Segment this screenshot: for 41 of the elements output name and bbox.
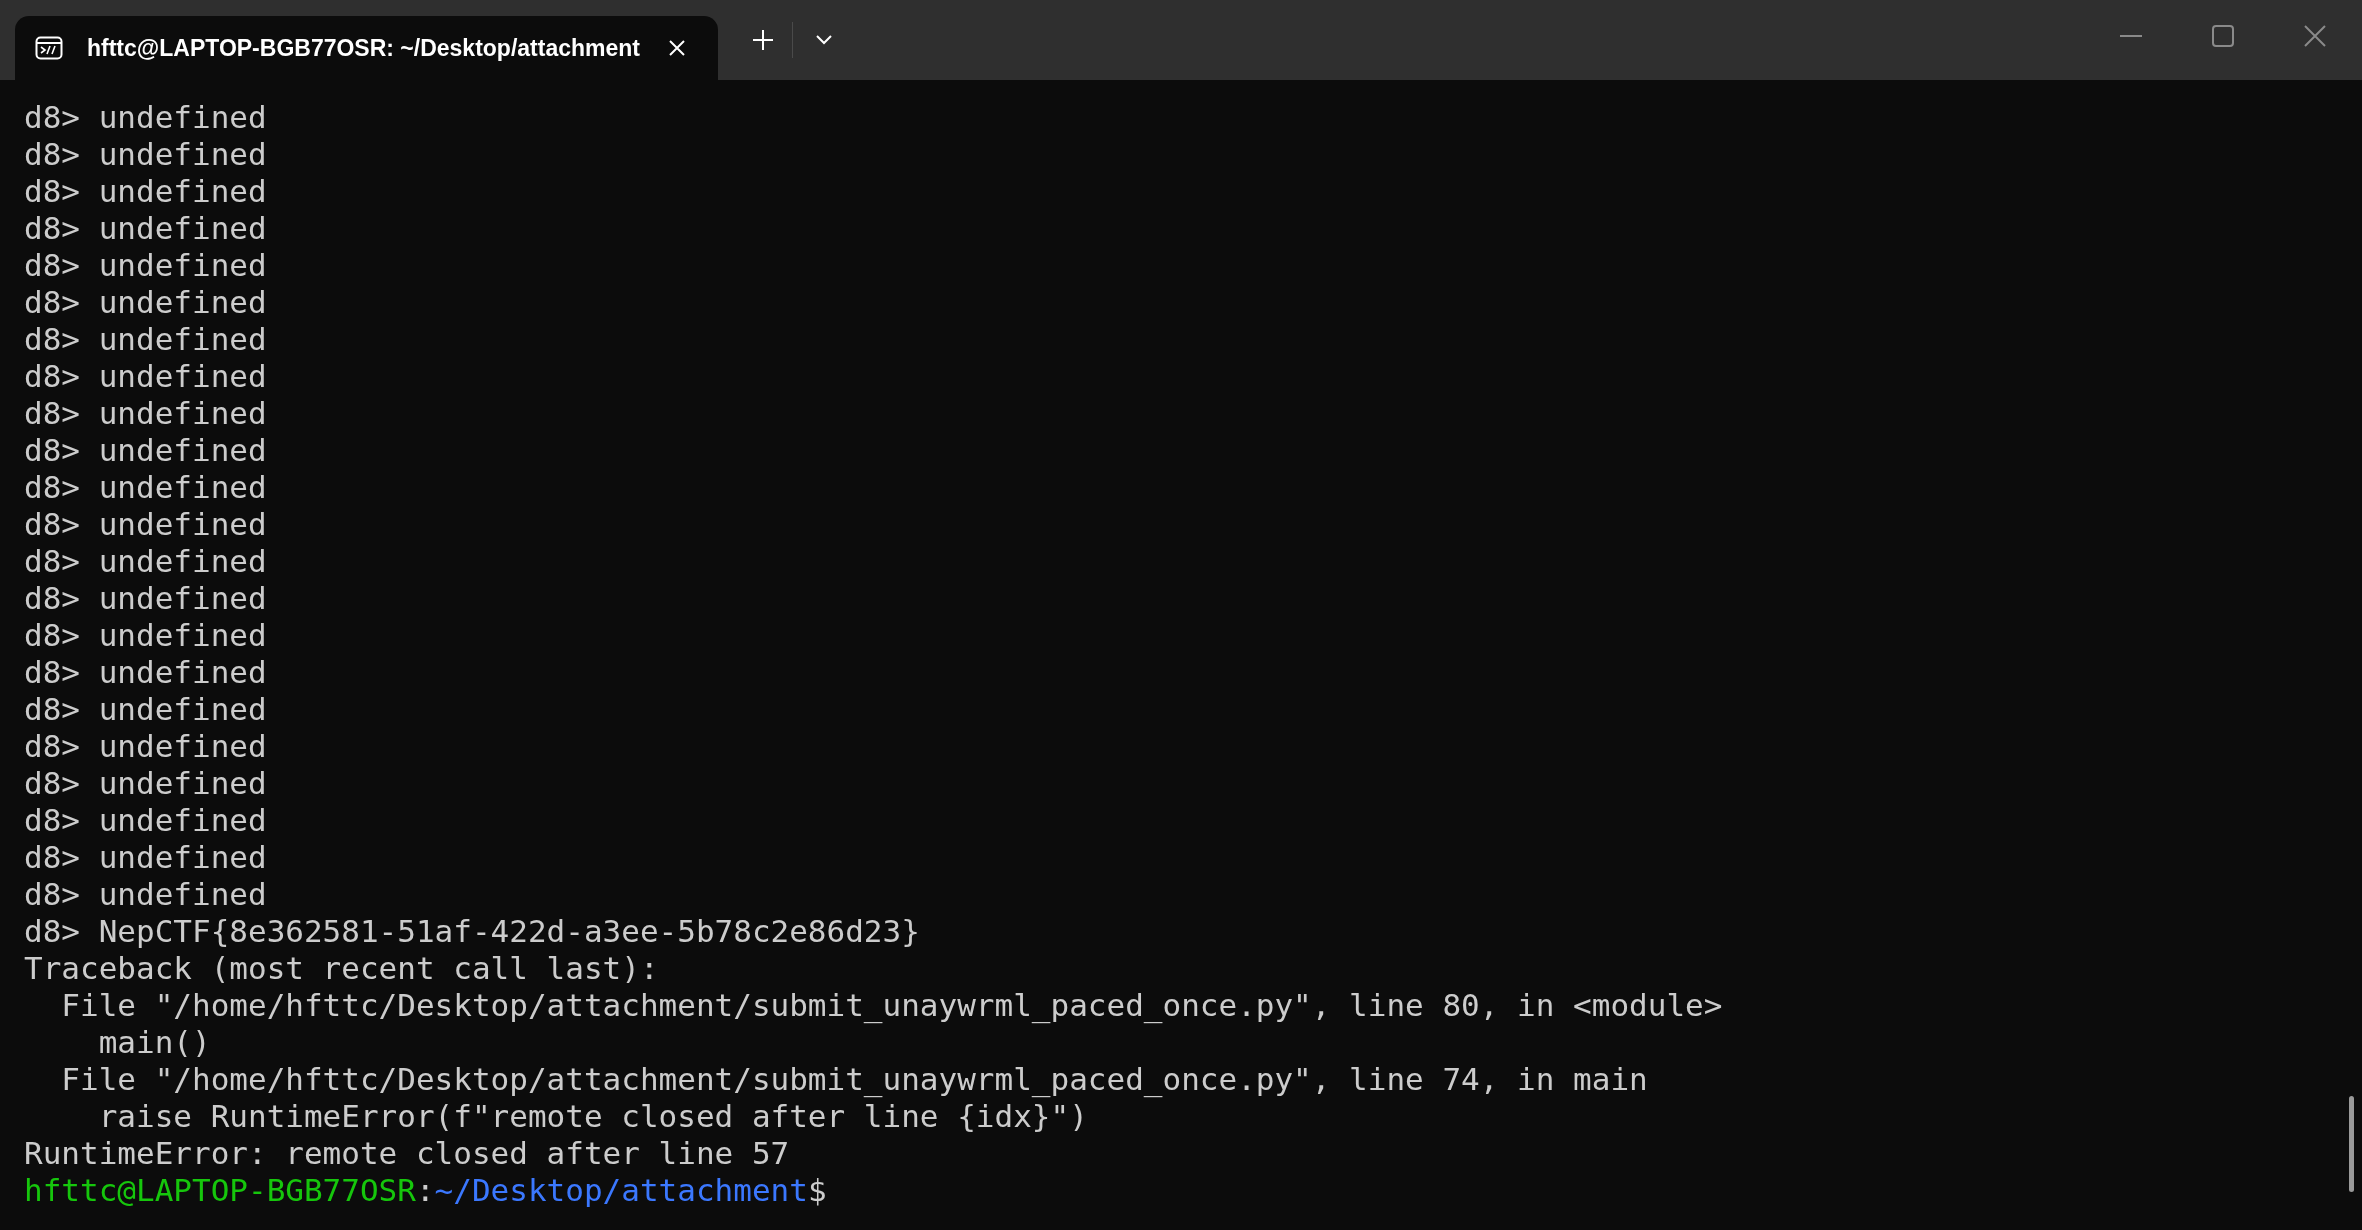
maximize-icon[interactable]: [2212, 25, 2234, 47]
terminal-tab[interactable]: hfttc@LAPTOP-BGB77OSR: ~/Desktop/attachment: [15, 16, 718, 80]
terminal-line: d8> NepCTF{8e362581-51af-422d-a3ee-5b78c2e86d23}: [24, 913, 920, 950]
prompt-separator: :: [415, 1172, 435, 1208]
terminal-line: d8> undefined: [24, 506, 267, 543]
chevron-down-icon[interactable]: [815, 34, 833, 46]
terminal-line: d8> undefined: [24, 765, 267, 802]
terminal-line: File "/home/hfttc/Desktop/attachment/submit_unaywrml_paced_once.py", line 74, in main: [60, 1061, 1648, 1098]
terminal-line: d8> undefined: [24, 543, 267, 580]
terminal-line: d8> undefined: [24, 802, 267, 839]
terminal-line: d8> undefined: [24, 839, 267, 876]
terminal-icon: [35, 36, 63, 60]
terminal-line: d8> undefined: [24, 99, 267, 136]
terminal-line: d8> undefined: [24, 432, 267, 469]
scrollbar[interactable]: [2349, 1096, 2354, 1192]
terminal-line: d8> undefined: [24, 876, 267, 913]
terminal-line: raise RuntimeError(f"remote closed after line {idx}"): [97, 1098, 1088, 1135]
terminal-line: d8> undefined: [24, 617, 267, 654]
terminal-line: RuntimeError: remote closed after line 57: [24, 1135, 790, 1172]
terminal-line: d8> undefined: [24, 580, 267, 617]
prompt-user-host: hfttc@LAPTOP-BGB77OSR: [24, 1172, 416, 1208]
tab-title: hfttc@LAPTOP-BGB77OSR: ~/Desktop/attachment: [87, 34, 640, 62]
terminal-line: File "/home/hfttc/Desktop/attachment/submit_unaywrml_paced_once.py", line 80, in <module>: [60, 987, 1723, 1024]
plus-icon[interactable]: [752, 29, 774, 51]
terminal-line: d8> undefined: [24, 469, 267, 506]
terminal-line: d8> undefined: [24, 284, 267, 321]
terminal-line: d8> undefined: [24, 728, 267, 765]
terminal-line: d8> undefined: [24, 691, 267, 728]
prompt-symbol: $: [807, 1172, 827, 1208]
prompt-path: ~/Desktop/attachment: [434, 1172, 808, 1208]
terminal-line: d8> undefined: [24, 247, 267, 284]
terminal-line: main(): [97, 1024, 211, 1061]
terminal-line: d8> undefined: [24, 358, 267, 395]
terminal-line: d8> undefined: [24, 136, 267, 173]
terminal-line: d8> undefined: [24, 321, 267, 358]
terminal-line: Traceback (most recent call last):: [24, 950, 659, 987]
terminal-line: d8> undefined: [24, 654, 267, 691]
terminal-line: d8> undefined: [24, 173, 267, 210]
terminal-line: d8> undefined: [24, 395, 267, 432]
minimize-icon[interactable]: [2120, 34, 2142, 38]
terminal-line: d8> undefined: [24, 210, 267, 247]
